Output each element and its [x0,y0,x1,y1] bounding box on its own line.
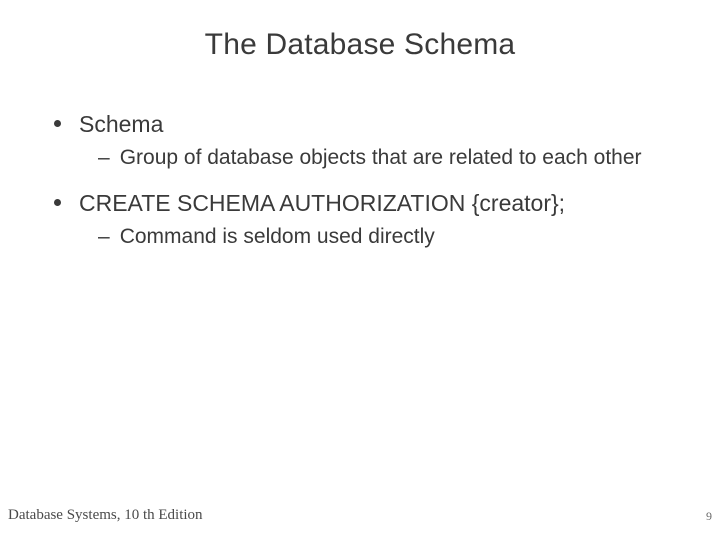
bullet-level2: – Command is seldom used directly [98,224,666,250]
bullet-subtext: Group of database objects that are relat… [120,145,666,171]
slide-footer: Database Systems, 10 th Edition 9 [8,507,712,524]
bullet-level1: CREATE SCHEMA AUTHORIZATION {creator}; [54,189,666,218]
bullet-text: Schema [79,110,666,139]
page-number: 9 [706,509,712,524]
footer-text: Database Systems, 10 th Edition [8,507,203,524]
bullet-dash-icon: – [98,145,110,171]
bullet-subtext: Command is seldom used directly [120,224,666,250]
slide: The Database Schema Schema – Group of da… [0,0,720,540]
bullet-dot-icon [54,199,61,206]
slide-content: Schema – Group of database objects that … [0,62,720,250]
bullet-dot-icon [54,120,61,127]
bullet-dash-icon: – [98,224,110,250]
bullet-level2: – Group of database objects that are rel… [98,145,666,171]
bullet-level1: Schema [54,110,666,139]
slide-title: The Database Schema [0,0,720,62]
bullet-text: CREATE SCHEMA AUTHORIZATION {creator}; [79,189,666,218]
